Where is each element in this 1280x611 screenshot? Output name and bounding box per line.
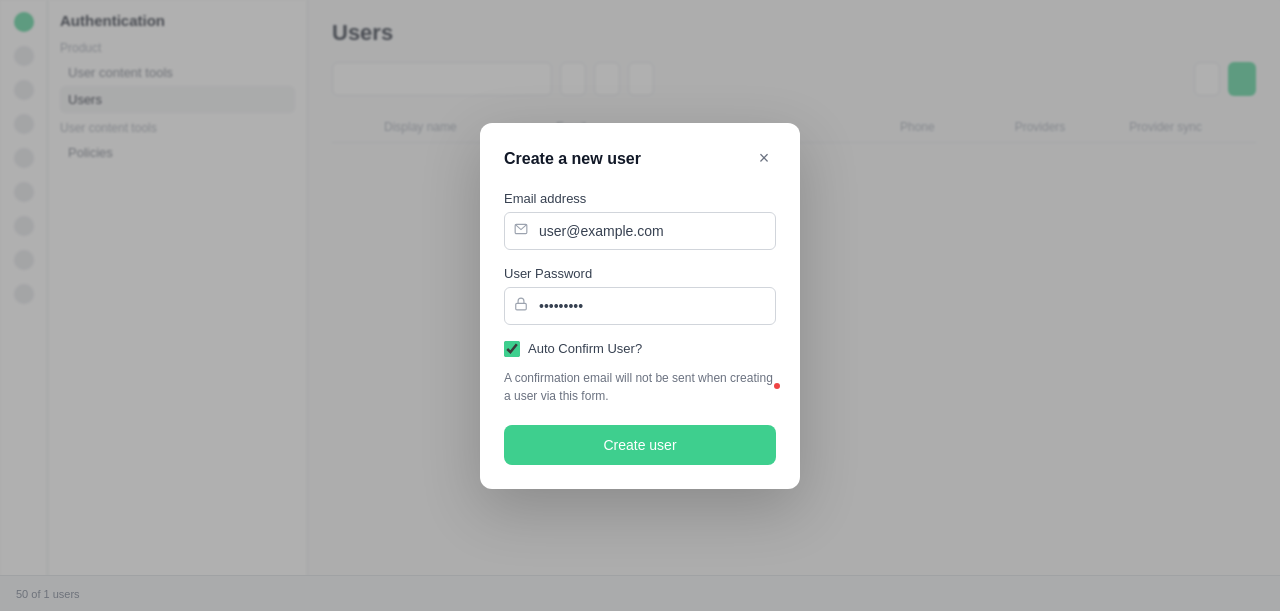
modal-overlay: Create a new user × Email address User P… xyxy=(0,0,1280,611)
password-form-group: User Password xyxy=(504,266,776,325)
password-input[interactable] xyxy=(504,287,776,325)
auto-confirm-label[interactable]: Auto Confirm User? xyxy=(528,341,642,356)
hint-text: A confirmation email will not be sent wh… xyxy=(504,369,776,405)
email-form-group: Email address xyxy=(504,191,776,250)
email-label: Email address xyxy=(504,191,776,206)
hint-dot-icon xyxy=(774,383,780,389)
password-input-wrapper xyxy=(504,287,776,325)
email-input-wrapper xyxy=(504,212,776,250)
create-user-button[interactable]: Create user xyxy=(504,425,776,465)
modal-header: Create a new user × xyxy=(504,147,776,171)
auto-confirm-row: Auto Confirm User? xyxy=(504,341,776,357)
auto-confirm-checkbox[interactable] xyxy=(504,341,520,357)
email-input[interactable] xyxy=(504,212,776,250)
svg-rect-1 xyxy=(516,303,527,309)
hint-text-content: A confirmation email will not be sent wh… xyxy=(504,371,773,403)
email-icon xyxy=(514,222,528,239)
lock-icon xyxy=(514,297,528,314)
modal-title: Create a new user xyxy=(504,150,641,168)
create-user-modal: Create a new user × Email address User P… xyxy=(480,123,800,489)
modal-close-button[interactable]: × xyxy=(752,147,776,171)
password-label: User Password xyxy=(504,266,776,281)
